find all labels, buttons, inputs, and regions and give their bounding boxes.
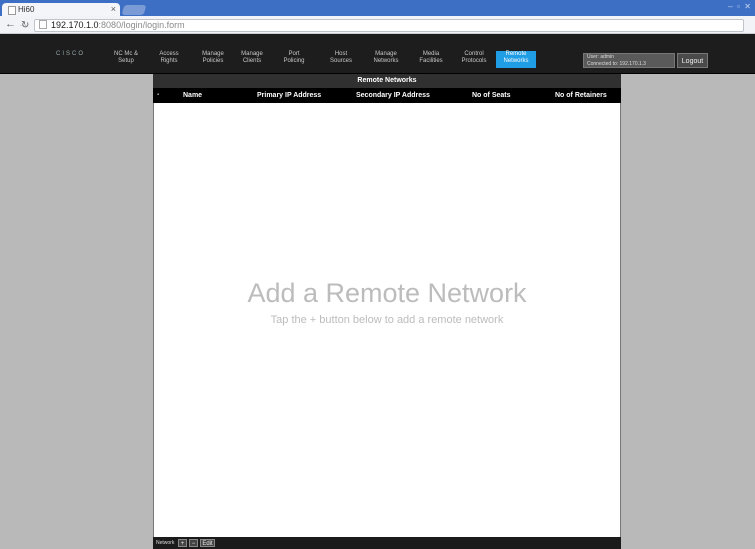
browser-tab-title: Hi60 [18,5,35,14]
page-icon [8,6,16,15]
empty-state-title: Add a Remote Network [247,278,527,308]
back-icon[interactable]: ← [5,19,16,30]
user-status: User: admin Connected to: 192.170.1.3 [583,53,675,68]
user-name: User: admin [587,54,614,60]
menu-label: Media Facilities [419,51,443,64]
connection-status: Connected to: 192.170.1.3 [587,61,646,67]
footer-label: Network [156,540,175,546]
menu-label: Manage Policies [202,51,224,64]
column-header-secondary-ip[interactable]: Secondary IP Address [356,88,430,103]
menu-item-manage-policies[interactable]: Manage Policies [195,51,231,68]
address-bar[interactable]: ↻ 192.170.1.0:8080/login/login.form [21,19,744,32]
menu-item-remote-networks[interactable]: Remote Networks [496,51,536,68]
menu-label: Remote Networks [503,51,529,64]
remote-network-list: Add a Remote Network Tap the + button be… [153,103,621,537]
menu-item-port-policing[interactable]: Port Policing [276,51,312,68]
page-info-icon [39,20,47,29]
panel-footer: Network + − Edit [153,537,621,549]
menu-item-manage-clients[interactable]: Manage Clients [234,51,270,68]
menu-item-manage-networks[interactable]: Manage Networks [366,51,406,68]
menu-item-setup[interactable]: NC Mc & Setup [106,51,146,68]
menu-item-media-facilities[interactable]: Media Facilities [410,51,452,68]
column-header-name[interactable]: Name [183,88,202,103]
select-all-icon[interactable]: ▪ [157,88,159,103]
menu-label: Manage Networks [373,51,399,64]
panel-title: Remote Networks [153,74,621,88]
menu-label: Control Protocols [461,51,487,64]
menu-label: Manage Clients [241,51,263,64]
menu-item-host-sources[interactable]: Host Sources [321,51,361,68]
column-header-primary-ip[interactable]: Primary IP Address [257,88,321,103]
close-tab-icon[interactable]: × [111,3,116,16]
cisco-logo: CISCO [56,51,86,57]
menu-item-control-protocols[interactable]: Control Protocols [454,51,494,68]
browser-tab[interactable]: Hi60 × [2,3,120,16]
column-header-retainers[interactable]: No of Retainers [555,88,607,103]
add-button[interactable]: + [178,539,187,547]
table-header: ▪ Name Primary IP Address Secondary IP A… [153,88,621,103]
menu-label: Port Policing [283,51,305,64]
menu-label: Host Sources [329,51,352,64]
logout-button[interactable]: Logout [677,53,708,68]
edit-button[interactable]: Edit [200,539,215,547]
window-controls[interactable]: – ▫ ✕ [703,2,751,12]
new-tab-button[interactable] [121,5,147,15]
url-path: :8080/login/login.form [98,20,185,30]
url-host: 192.170.1.0 [51,20,99,30]
menu-label: NC Mc & Setup [114,51,138,64]
browser-toolbar: ← → ↻ 192.170.1.0:8080/login/login.form [0,16,755,34]
column-header-seats[interactable]: No of Seats [472,88,511,103]
browser-tab-strip: Hi60 × – ▫ ✕ [0,0,755,16]
menu-item-access-rights[interactable]: Access Rights [152,51,186,68]
app-header: CISCO NC Mc & Setup Access Rights Manage… [0,34,755,74]
reload-icon[interactable]: ↻ [21,20,29,31]
remove-button[interactable]: − [189,539,198,547]
menu-label: Access Rights [159,51,179,64]
empty-state-subtitle: Tap the + button below to add a remote n… [270,314,504,326]
